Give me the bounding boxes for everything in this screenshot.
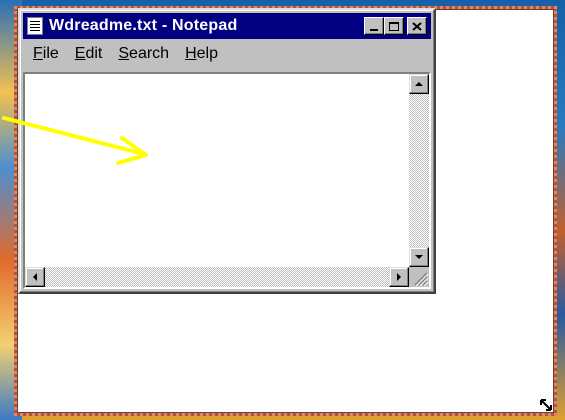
arrow-down-icon [415, 255, 423, 259]
menu-file[interactable]: File [23, 45, 67, 63]
horizontal-scrollbar[interactable] [25, 267, 409, 287]
text-editor[interactable] [25, 74, 409, 267]
window-title: Wdreadme.txt - Notepad [49, 17, 238, 34]
resize-cursor-icon[interactable] [540, 399, 552, 411]
scroll-right-button[interactable] [389, 267, 409, 287]
menu-edit-mnemonic: E [74, 45, 86, 62]
editor-client-area [23, 72, 431, 289]
scroll-up-button[interactable] [409, 74, 429, 94]
vertical-scrollbar[interactable] [409, 74, 429, 267]
minimize-icon [370, 29, 378, 31]
scroll-down-button[interactable] [409, 247, 429, 267]
menu-help-label: elp [196, 45, 218, 62]
minimize-button[interactable] [364, 17, 384, 35]
menu-search-mnemonic: S [118, 45, 130, 62]
maximize-button[interactable] [384, 17, 404, 35]
menu-help[interactable]: Help [177, 45, 226, 63]
window-controls [364, 17, 427, 35]
menu-edit[interactable]: Edit [67, 45, 111, 63]
menu-search-label: earch [129, 45, 170, 62]
menu-help-mnemonic: H [185, 45, 197, 62]
title-bar[interactable]: Wdreadme.txt - Notepad [23, 13, 431, 39]
menu-edit-label: dit [85, 45, 103, 62]
scroll-left-button[interactable] [25, 267, 45, 287]
menu-search[interactable]: Search [110, 45, 177, 63]
menu-file-label: ile [42, 45, 59, 62]
size-grip-icon [414, 272, 429, 287]
maximize-icon [389, 21, 399, 31]
notepad-icon[interactable] [27, 17, 43, 35]
close-icon [412, 21, 422, 31]
menu-file-mnemonic: F [33, 45, 43, 62]
close-button[interactable] [407, 17, 427, 35]
arrow-up-icon [415, 82, 423, 86]
arrow-right-icon [397, 273, 401, 281]
notepad-window[interactable]: Wdreadme.txt - Notepad File Edit Search … [18, 8, 436, 294]
arrow-left-icon [33, 273, 37, 281]
menu-bar: File Edit Search Help [23, 42, 431, 66]
size-grip[interactable] [409, 267, 429, 287]
